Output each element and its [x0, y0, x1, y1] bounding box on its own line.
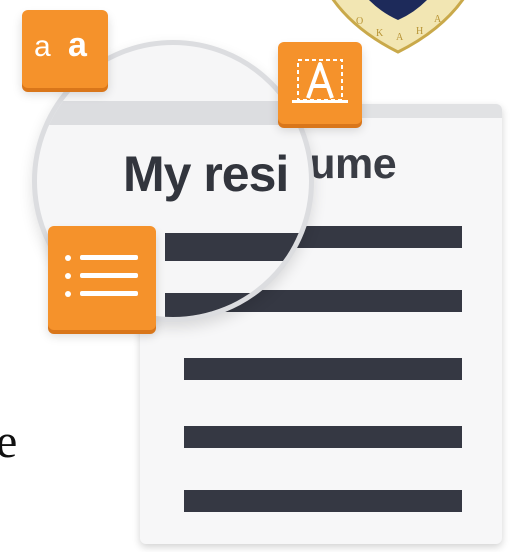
bullet-list-button[interactable]	[48, 226, 156, 330]
font-style-icon	[292, 59, 348, 103]
svg-text:A: A	[396, 32, 404, 43]
svg-text:A: A	[434, 14, 442, 25]
magnified-text-line	[165, 233, 309, 261]
font-style-button[interactable]	[278, 42, 362, 124]
bold-a-glyph: a	[68, 26, 87, 64]
magnified-header-bar	[37, 101, 309, 125]
bullet-list-icon	[65, 255, 138, 297]
magnified-title: My resi	[123, 146, 289, 202]
magnified-text-line	[165, 293, 309, 317]
lowercase-a-glyph: a	[34, 30, 51, 63]
svg-text:K: K	[376, 28, 384, 39]
svg-text:O: O	[356, 16, 363, 27]
letter-case-button[interactable]: a a	[22, 10, 108, 88]
resume-text-line	[184, 358, 462, 380]
resume-text-line	[184, 426, 462, 448]
resume-text-line	[184, 490, 462, 512]
stray-letter: e	[0, 415, 18, 468]
svg-text:H: H	[416, 26, 423, 37]
